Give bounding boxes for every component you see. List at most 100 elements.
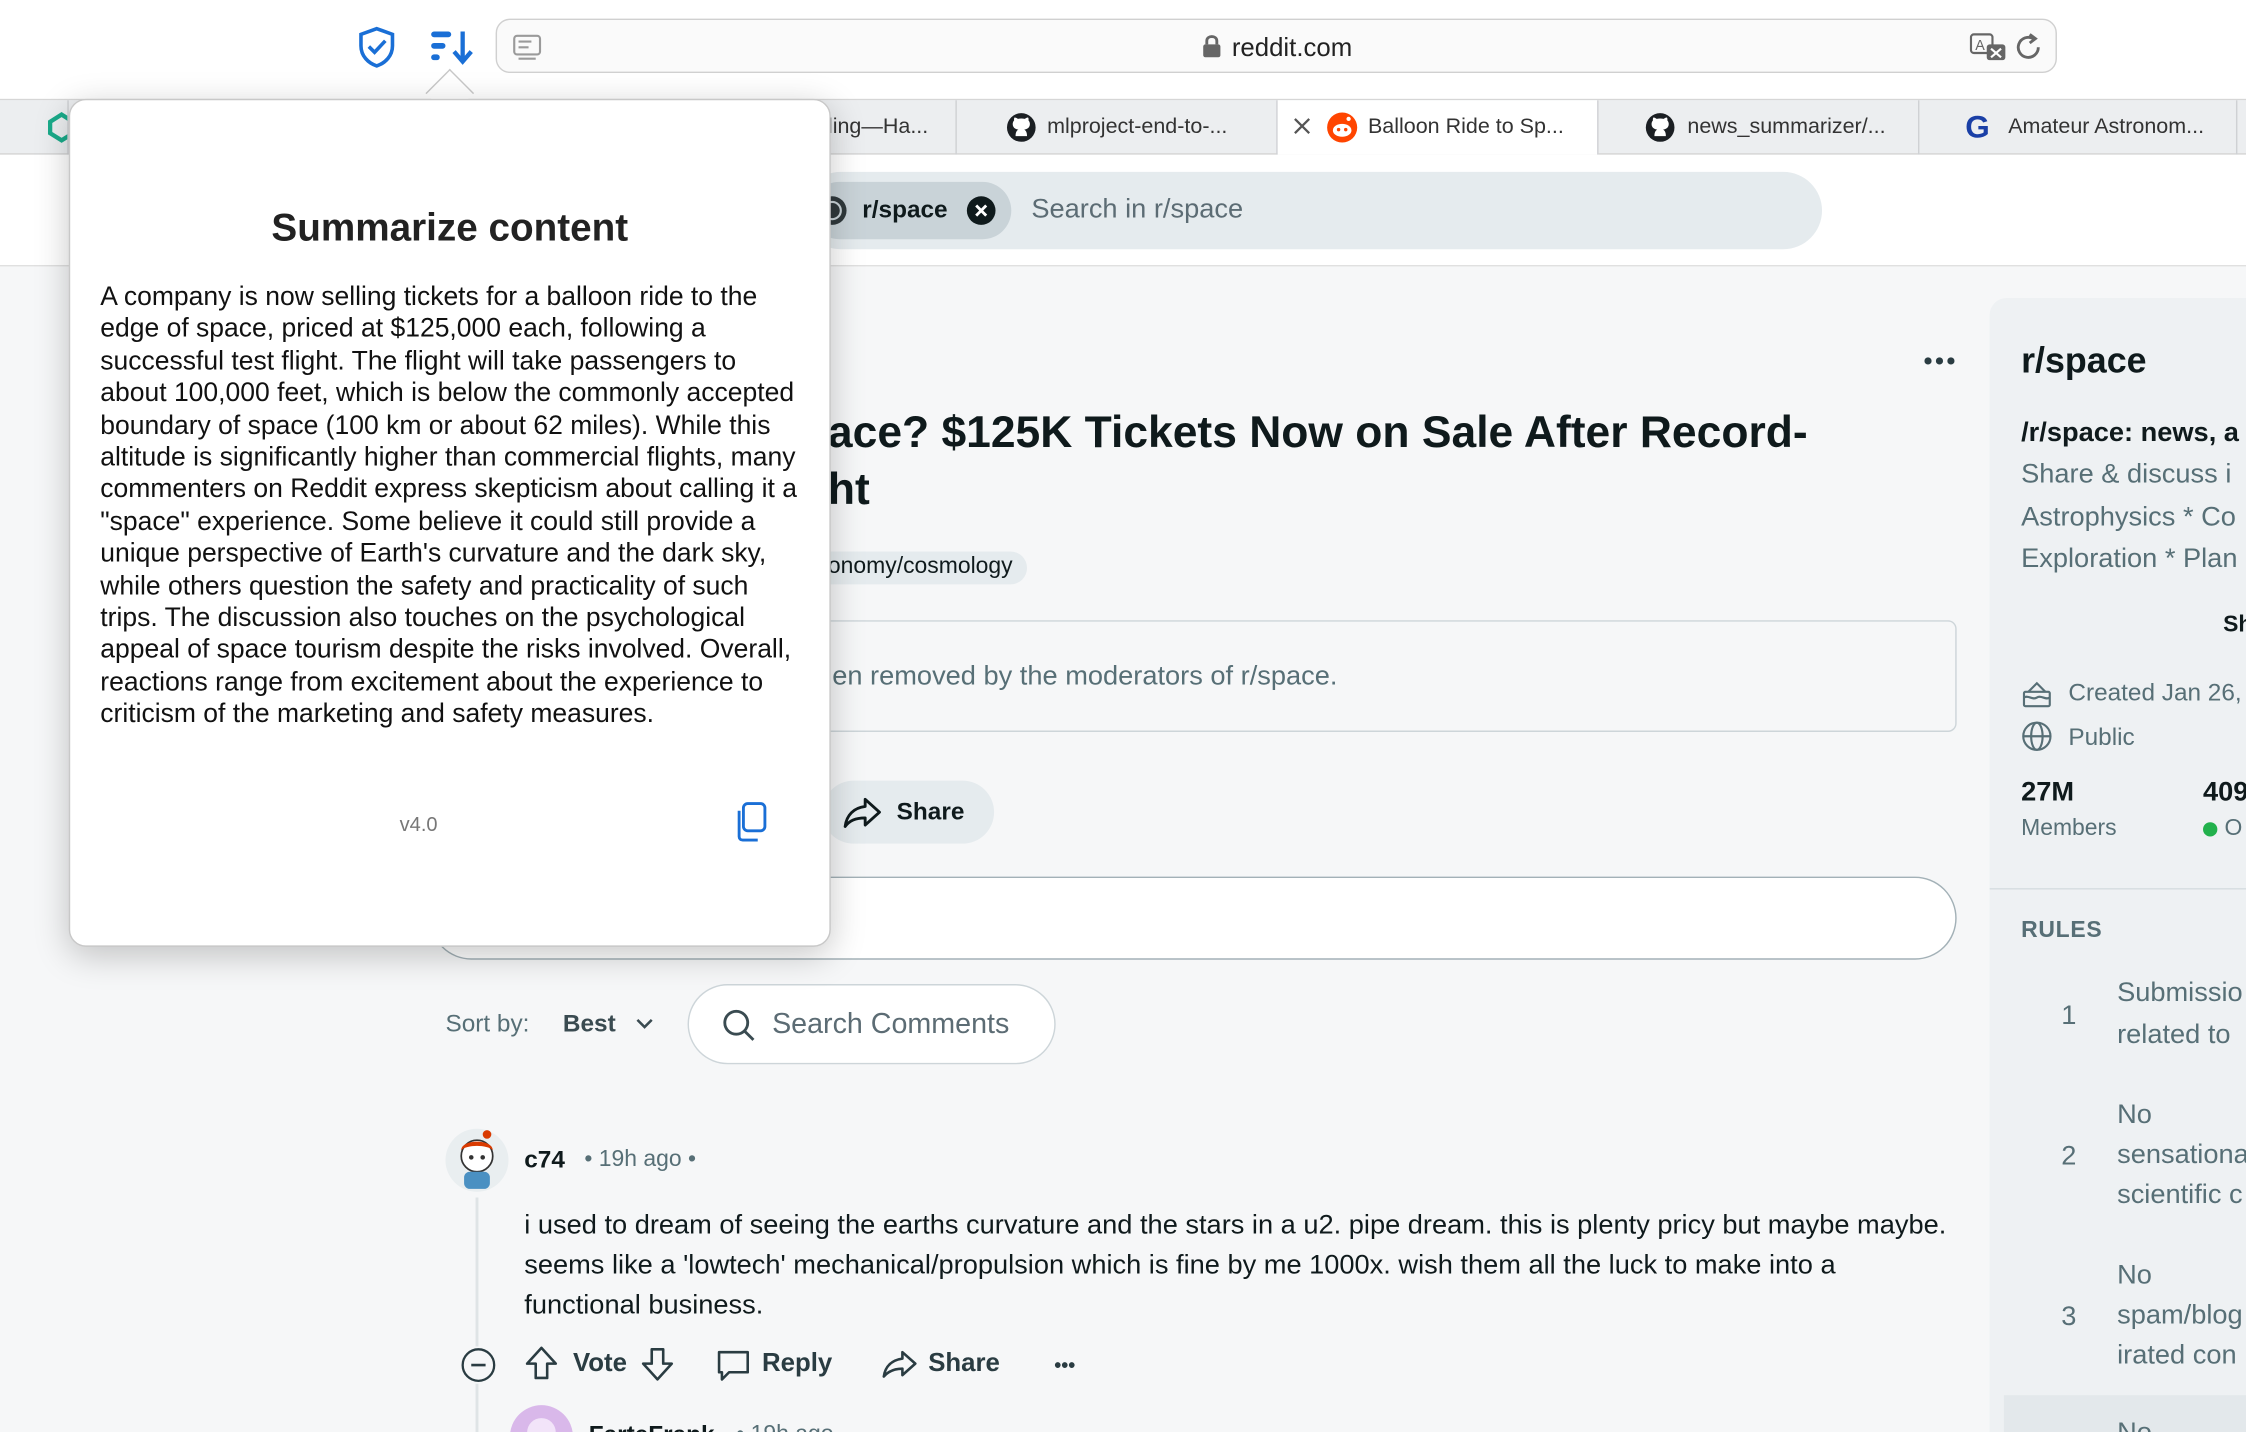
translate-icon[interactable]: A	[1968, 30, 2008, 64]
reply-timestamp: • 19h ago	[736, 1422, 833, 1432]
reply-button[interactable]: Reply	[762, 1348, 832, 1378]
created-date: Created Jan 26,	[2068, 678, 2242, 707]
search-comments-placeholder: Search Comments	[772, 1008, 1010, 1040]
sidebar-desc-line-1: Share & discuss i	[2021, 459, 2232, 490]
popup-title: Summarize content	[271, 206, 629, 250]
sidebar-community-name[interactable]: r/space	[2021, 341, 2146, 383]
rule-text-line-1: No	[2117, 1260, 2152, 1291]
removed-notice-text: en removed by the moderators of r/space.	[832, 661, 1338, 692]
post-title-line-2: ht	[827, 464, 870, 515]
shield-icon[interactable]	[355, 26, 398, 69]
sort-value: Best	[562, 1009, 616, 1038]
tab-5[interactable]: G Amateur Astronom...	[1919, 100, 2238, 155]
reddit-search-bar[interactable]: r/space Search in r/space	[802, 171, 1823, 250]
version-label: v4.0	[399, 812, 438, 836]
rule-text-line-1: Submissio	[2117, 978, 2243, 1009]
visibility-label: Public	[2068, 723, 2135, 751]
rule-number: 3	[2061, 1302, 2077, 1333]
subreddit-search-chip[interactable]: r/space	[810, 181, 1012, 240]
sidebar-desc-line-2: Astrophysics * Co	[2021, 502, 2236, 533]
sort-label: Sort by:	[445, 1009, 530, 1038]
show-more-button[interactable]: Sh	[2223, 613, 2246, 639]
remove-chip-icon[interactable]	[965, 195, 997, 227]
search-comments-input[interactable]: Search Comments	[687, 984, 1056, 1065]
search-placeholder[interactable]: Search in r/space	[1031, 195, 1243, 227]
reply-icon[interactable]	[715, 1346, 752, 1383]
lock-icon	[1200, 33, 1223, 59]
reload-icon[interactable]	[2013, 32, 2045, 64]
sidebar-tagline: /r/space: news, a	[2021, 418, 2239, 449]
globe-icon	[2021, 720, 2053, 752]
comment-author[interactable]: c74	[524, 1146, 565, 1175]
tab-pinned[interactable]	[0, 100, 69, 155]
rule-text-line-3: irated con	[2117, 1340, 2237, 1371]
share-icon[interactable]	[881, 1346, 918, 1383]
avatar[interactable]	[444, 1127, 510, 1193]
post-overflow-menu-icon[interactable]	[1922, 350, 1956, 373]
tab-4[interactable]: news_summarizer/...	[1599, 100, 1920, 155]
post-title: ace? $125K Tickets Now on Sale After Rec…	[828, 404, 1917, 519]
downvote-icon[interactable]	[640, 1345, 674, 1382]
rule-number: 1	[2061, 1001, 2077, 1032]
comment-thread-line[interactable]	[475, 1197, 479, 1432]
rule-number: 2	[2061, 1141, 2077, 1172]
rule-text-line-2: spam/blog	[2117, 1300, 2243, 1331]
tab-2[interactable]: mlproject-end-to-...	[957, 100, 1278, 155]
browser-window: reddit.com A ling—Ha... mlproject-end-to…	[0, 0, 2246, 1432]
google-g-icon: G	[1965, 108, 1990, 145]
summarize-popup: Summarize content A company is now selli…	[68, 98, 831, 947]
online-count: 409	[2203, 777, 2246, 808]
address-bar[interactable]: reddit.com A	[495, 18, 2057, 74]
post-share-label: Share	[896, 797, 965, 826]
tab-4-label: news_summarizer/...	[1687, 114, 1886, 139]
github-icon	[1006, 112, 1038, 144]
online-status-dot	[2203, 822, 2218, 837]
collapse-thread-icon[interactable]	[459, 1346, 498, 1384]
rule-item-2[interactable]: 2 No sensationa scientific c	[1990, 1091, 2246, 1234]
tab-5-label: Amateur Astronom...	[2008, 114, 2205, 139]
tab-1-label: ling—Ha...	[827, 114, 929, 139]
share-icon	[842, 794, 882, 831]
comment-more-button[interactable]: •••	[1054, 1354, 1075, 1377]
rule-item-4[interactable]: No	[2003, 1395, 2246, 1432]
upvote-icon[interactable]	[524, 1345, 558, 1382]
reddit-icon	[1326, 112, 1358, 144]
url-display[interactable]: reddit.com	[497, 33, 2055, 63]
rule-text-line-3: scientific c	[2117, 1180, 2243, 1211]
rule-item-3[interactable]: 3 No spam/blog irated con	[1990, 1252, 2246, 1395]
summary-text: A company is now selling tickets for a b…	[100, 280, 797, 729]
sidebar-desc-line-3: Exploration * Plan	[2021, 544, 2238, 575]
chevron-down-icon	[634, 1010, 654, 1029]
github-icon	[1644, 112, 1676, 144]
comment-body: i used to dream of seeing the earths cur…	[524, 1210, 1947, 1321]
cake-icon	[2021, 678, 2053, 710]
post-flair[interactable]: onomy/cosmology	[802, 551, 1027, 585]
comment-timestamp: • 19h ago •	[584, 1147, 697, 1172]
search-icon	[720, 1007, 757, 1044]
rule-item-1[interactable]: 1 Submissio related to	[1990, 960, 2246, 1075]
summarize-extension-icon[interactable]	[427, 26, 476, 69]
community-sidebar: r/space /r/space: news, a Share & discus…	[1989, 297, 2246, 1432]
site-favicon-icon	[46, 112, 68, 144]
reply-author[interactable]: FarteFrank	[589, 1421, 715, 1432]
post-share-button[interactable]: Share	[822, 780, 995, 844]
tab-active-label: Balloon Ride to Sp...	[1367, 114, 1564, 139]
comment-share-button[interactable]: Share	[928, 1348, 1000, 1378]
copy-icon[interactable]	[732, 801, 769, 844]
close-tab-icon[interactable]	[1292, 116, 1312, 136]
sidebar-divider	[1989, 888, 2246, 890]
subreddit-chip-label: r/space	[862, 196, 948, 224]
avatar[interactable]	[509, 1404, 575, 1432]
removed-notice: en removed by the moderators of r/space.	[810, 620, 1957, 732]
svg-text:A: A	[1975, 38, 1985, 54]
vote-label: Vote	[572, 1347, 627, 1377]
rule-text-line-2: related to	[2117, 1019, 2231, 1050]
url-text: reddit.com	[1231, 32, 1353, 62]
sort-dropdown[interactable]: Best	[563, 1010, 654, 1039]
tab-active[interactable]: Balloon Ride to Sp...	[1277, 100, 1599, 155]
members-label: Members	[2021, 816, 2117, 841]
rule-text-line-1: No	[2117, 1100, 2152, 1131]
tab-2-label: mlproject-end-to-...	[1047, 114, 1228, 139]
online-label: O	[2224, 816, 2243, 841]
rule-text-line-2: sensationa	[2117, 1140, 2246, 1171]
